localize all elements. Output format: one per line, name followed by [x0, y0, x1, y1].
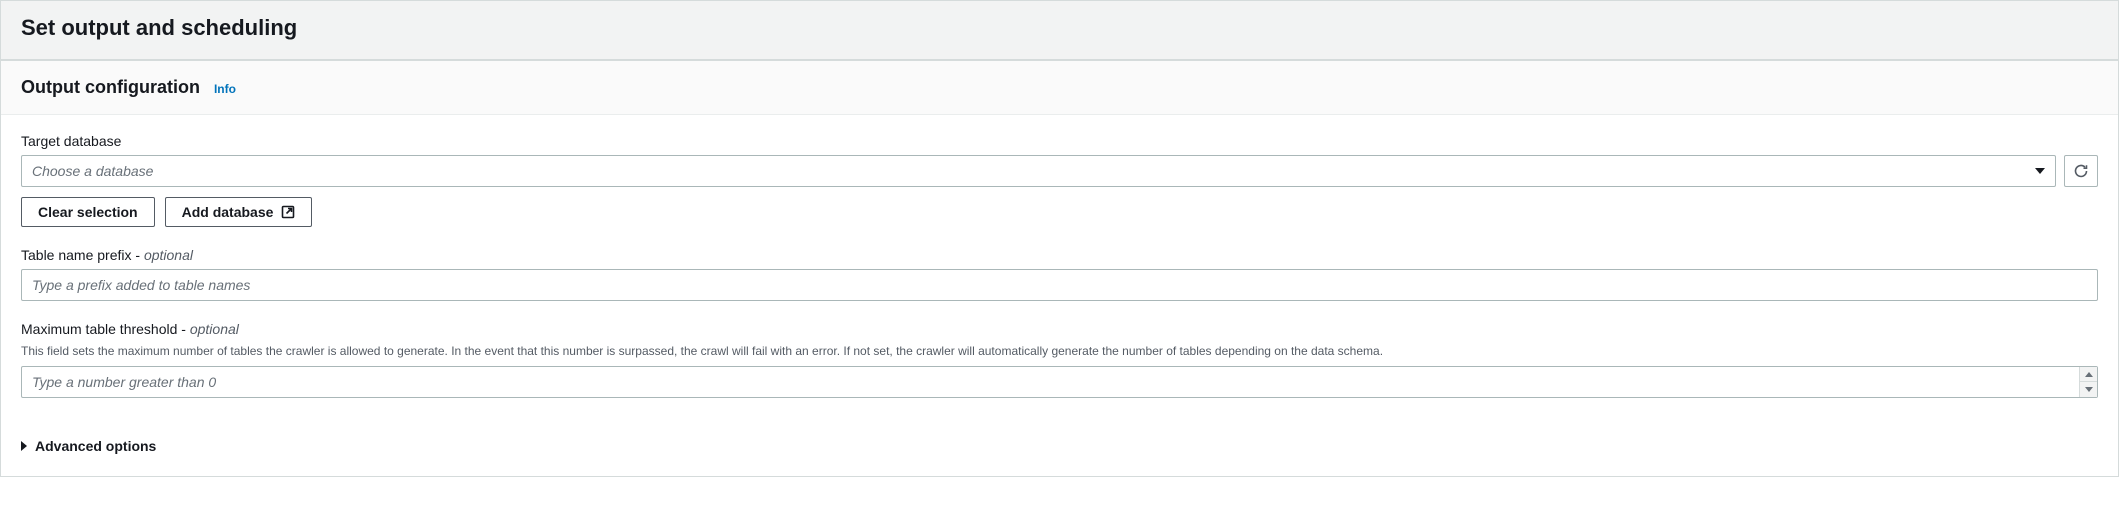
refresh-button[interactable] — [2064, 155, 2098, 187]
number-spinner — [2079, 367, 2097, 397]
clear-selection-label: Clear selection — [38, 204, 138, 220]
chevron-down-icon — [2085, 387, 2093, 392]
add-database-label: Add database — [182, 204, 274, 220]
panel-header: Output configuration Info — [1, 61, 2118, 115]
clear-selection-button[interactable]: Clear selection — [21, 197, 155, 227]
spinner-up-button[interactable] — [2080, 367, 2097, 383]
panel-title: Output configuration — [21, 77, 200, 98]
page-title: Set output and scheduling — [21, 15, 2098, 41]
panel-body: Target database Choose a database — [1, 115, 2118, 476]
max-threshold-label-text: Maximum table threshold - — [21, 321, 190, 337]
advanced-options-toggle[interactable]: Advanced options — [21, 438, 156, 454]
table-prefix-input[interactable] — [21, 269, 2098, 301]
table-prefix-field: Table name prefix - optional — [21, 247, 2098, 301]
advanced-options-label: Advanced options — [35, 438, 156, 454]
table-prefix-optional: optional — [144, 247, 193, 263]
add-database-button[interactable]: Add database — [165, 197, 313, 227]
max-threshold-field: Maximum table threshold - optional This … — [21, 321, 2098, 398]
target-database-label: Target database — [21, 133, 2098, 149]
max-threshold-label: Maximum table threshold - optional — [21, 321, 2098, 337]
external-link-icon — [281, 205, 295, 219]
target-database-placeholder: Choose a database — [32, 163, 153, 179]
spinner-down-button[interactable] — [2080, 382, 2097, 397]
info-link[interactable]: Info — [214, 82, 236, 96]
output-configuration-panel: Output configuration Info Target databas… — [0, 60, 2119, 477]
caret-down-icon — [2035, 168, 2045, 174]
refresh-icon — [2073, 163, 2089, 179]
max-threshold-optional: optional — [190, 321, 239, 337]
target-database-field: Target database Choose a database — [21, 133, 2098, 227]
max-threshold-help: This field sets the maximum number of ta… — [21, 343, 2098, 360]
table-prefix-label-text: Table name prefix - — [21, 247, 144, 263]
table-prefix-label: Table name prefix - optional — [21, 247, 2098, 263]
page-header: Set output and scheduling — [0, 0, 2119, 60]
caret-right-icon — [21, 441, 27, 451]
max-threshold-input[interactable] — [21, 366, 2098, 398]
chevron-up-icon — [2085, 372, 2093, 377]
target-database-select[interactable]: Choose a database — [21, 155, 2056, 187]
